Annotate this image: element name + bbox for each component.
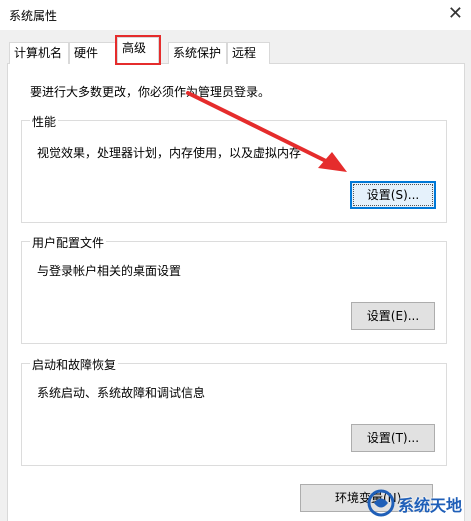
tab-computer-name[interactable]: 计算机名: [9, 42, 69, 64]
startup-recovery-settings-button[interactable]: 设置(T)...: [351, 424, 435, 452]
watermark-text: 系统天地: [398, 496, 463, 515]
window-title: 系统属性: [9, 9, 58, 23]
user-profiles-group-title: 用户配置文件: [30, 234, 107, 251]
user-profiles-settings-button[interactable]: 设置(E)...: [351, 302, 435, 330]
tab-hardware[interactable]: 硬件: [69, 42, 116, 64]
performance-description: 视觉效果，处理器计划，内存使用，以及虚拟内存: [37, 146, 302, 160]
tab-label: 系统保护: [173, 46, 222, 60]
tab-label: 远程: [232, 46, 257, 60]
performance-group-title: 性能: [30, 113, 59, 130]
admin-notice: 要进行大多数更改，你必须作为管理员登录。: [30, 85, 271, 99]
startup-recovery-group-title: 启动和故障恢复: [30, 356, 119, 373]
tab-label: 高级: [122, 41, 147, 55]
performance-settings-button[interactable]: 设置(S)...: [350, 181, 436, 209]
watermark-logo-icon: [367, 489, 395, 517]
tab-label: 硬件: [74, 46, 99, 60]
site-watermark: 系统天地: [366, 486, 471, 521]
user-profiles-description: 与登录帐户相关的桌面设置: [37, 264, 182, 278]
system-properties-window: 系统属性 ✕ 计算机名 硬件 高级 系统保护 远程 要进行大多数更改，你必须作为…: [0, 0, 471, 521]
tab-label: 计算机名: [14, 46, 63, 60]
tab-system-protection[interactable]: 系统保护: [168, 42, 227, 64]
tab-remote[interactable]: 远程: [227, 42, 270, 64]
close-icon[interactable]: ✕: [448, 3, 463, 25]
startup-recovery-description: 系统启动、系统故障和调试信息: [37, 386, 206, 400]
tab-advanced[interactable]: 高级: [117, 37, 159, 64]
title-bar[interactable]: 系统属性 ✕: [0, 0, 471, 30]
